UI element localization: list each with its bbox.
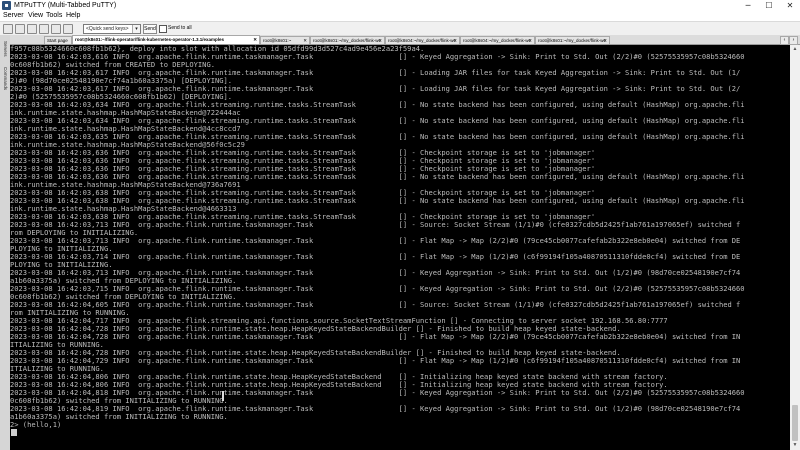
menu-server[interactable]: Server bbox=[3, 11, 24, 21]
quick-send-placeholder: <Quick send keys> bbox=[86, 26, 129, 32]
terminal-line: 2> (hello,1) bbox=[10, 420, 62, 429]
tab-session-active[interactable]: root@k8s01:~/flink-operator/flink-kubern… bbox=[72, 35, 260, 44]
terminal-output[interactable]: f957c08b5324660c608fb1b62}, deploy into … bbox=[10, 45, 790, 450]
terminal-line: 2023-03-08 16:42:03,714 INFO org.apache.… bbox=[10, 252, 741, 261]
commands-panel-tab[interactable]: Commands bbox=[1, 67, 9, 90]
tab-scroll-right-icon[interactable]: › bbox=[789, 36, 798, 45]
quick-send-combo[interactable]: <Quick send keys> ▾ bbox=[83, 24, 141, 34]
tab-start-page[interactable]: Start page bbox=[44, 36, 72, 44]
tab-label: root@k8s04:~/my_docker/flink-wc bbox=[463, 38, 531, 43]
terminal-line: 2023-03-08 16:42:04,728 INFO org.apache.… bbox=[10, 332, 741, 341]
scroll-down-icon[interactable]: ▼ bbox=[790, 441, 800, 450]
close-icon[interactable]: ✕ bbox=[453, 37, 457, 44]
close-icon[interactable]: ✕ bbox=[603, 37, 607, 44]
close-icon[interactable]: ✕ bbox=[303, 37, 307, 44]
tab-scroll-left-icon[interactable]: ‹ bbox=[780, 36, 789, 45]
tab-session[interactable]: root@k8s01:~/my_docker/flink-wc ✕ bbox=[310, 36, 385, 44]
settings-icon[interactable] bbox=[63, 24, 73, 34]
window-title: MTPuTTY (Multi-Tabbed PuTTY) bbox=[14, 2, 117, 9]
new-connection-icon[interactable] bbox=[3, 24, 13, 34]
tab-label: Start page bbox=[47, 38, 68, 43]
tab-session[interactable]: root@k8s04:~/my_docker/flink-wc ✕ bbox=[385, 36, 460, 44]
toolbar: <Quick send keys> ▾ Send Send to all bbox=[0, 22, 800, 35]
connect-icon[interactable] bbox=[27, 24, 37, 34]
open-icon[interactable] bbox=[15, 24, 25, 34]
minimize-icon[interactable]: ─ bbox=[740, 0, 756, 11]
tab-label: root@k8s04:~/my_docker/flink-wc bbox=[388, 38, 456, 43]
tab-label: root@k8s01:~ bbox=[263, 38, 292, 43]
menu-bar: Server View Tools Help bbox=[0, 11, 800, 22]
send-to-all-checkbox[interactable] bbox=[159, 25, 167, 33]
menu-view[interactable]: View bbox=[28, 11, 43, 21]
chevron-down-icon[interactable]: ▾ bbox=[132, 25, 140, 33]
send-button[interactable]: Send bbox=[143, 24, 157, 34]
reconnect-icon[interactable] bbox=[51, 24, 61, 34]
servers-panel-tab[interactable]: Servers bbox=[1, 41, 9, 57]
maximize-icon[interactable]: ☐ bbox=[761, 0, 777, 11]
terminal-line: 2023-03-08 16:42:04,729 INFO org.apache.… bbox=[10, 356, 741, 365]
scrollbar-thumb[interactable] bbox=[792, 405, 798, 441]
scroll-up-icon[interactable]: ▲ bbox=[790, 45, 800, 54]
send-to-all-label: Send to all bbox=[168, 25, 192, 31]
tab-session[interactable]: root@k8s01:~ ✕ bbox=[260, 36, 310, 44]
app-icon: ▪ bbox=[2, 1, 11, 10]
tab-label: root@k8s01:~/flink-operator/flink-kubern… bbox=[75, 37, 225, 42]
close-icon[interactable]: ✕ bbox=[782, 0, 798, 11]
tab-label: root@k8s01:~/my_docker/flink-wc bbox=[538, 38, 606, 43]
menu-tools[interactable]: Tools bbox=[46, 11, 62, 21]
close-icon[interactable]: ✕ bbox=[253, 36, 257, 44]
terminal-cursor bbox=[11, 429, 17, 436]
tab-session[interactable]: root@k8s04:~/my_docker/flink-wc ✕ bbox=[460, 36, 535, 44]
terminal-scrollbar[interactable]: ▲ ▼ bbox=[790, 45, 800, 450]
terminal-line: 2023-03-08 16:42:03,713 INFO org.apache.… bbox=[10, 236, 741, 245]
title-bar: ▪ MTPuTTY (Multi-Tabbed PuTTY) ─ ☐ ✕ bbox=[0, 0, 800, 11]
tab-session[interactable]: root@k8s01:~/my_docker/flink-wc ✕ bbox=[535, 36, 610, 44]
tab-label: root@k8s01:~/my_docker/flink-wc bbox=[313, 38, 381, 43]
close-icon[interactable]: ✕ bbox=[528, 37, 532, 44]
session-tab-bar: Start page root@k8s01:~/flink-operator/f… bbox=[10, 35, 800, 45]
menu-help[interactable]: Help bbox=[66, 11, 80, 21]
text-cursor-icon bbox=[222, 391, 224, 401]
close-icon[interactable]: ✕ bbox=[378, 37, 382, 44]
disconnect-icon[interactable] bbox=[39, 24, 49, 34]
